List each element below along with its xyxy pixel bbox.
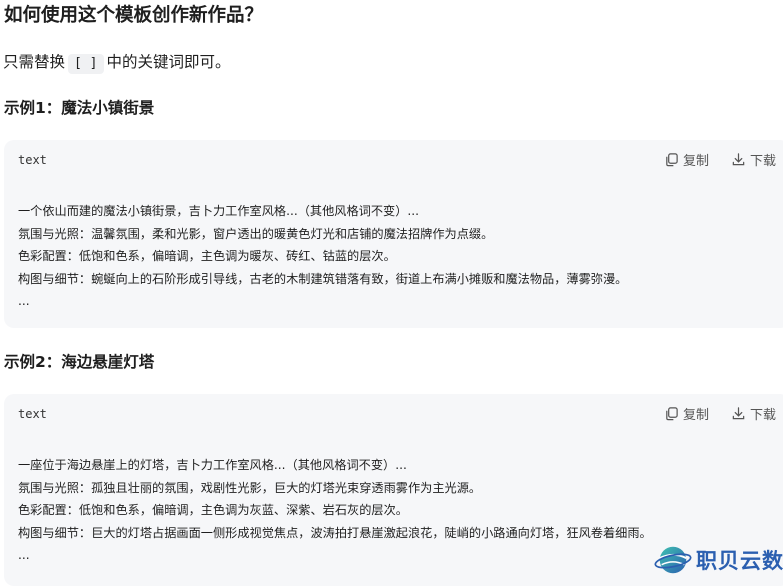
copy-button[interactable]: 复制 bbox=[664, 150, 709, 169]
placeholder-code: [ ] bbox=[68, 54, 104, 74]
code-language-label: text bbox=[18, 153, 47, 167]
intro-after: 中的关键词即可。 bbox=[106, 53, 231, 71]
watermark: 职贝云数 bbox=[654, 542, 783, 578]
intro-text: 只需替换[ ] 中的关键词即可。 bbox=[3, 50, 231, 74]
code-content: 一个依山而建的魔法小镇街景，吉卜力工作室风格...（其他风格词不变）... 氛围… bbox=[18, 200, 776, 313]
page: 如何使用这个模板创作新作品？ 只需替换[ ] 中的关键词即可。 示例1：魔法小镇街… bbox=[0, 0, 783, 586]
code-actions: 复制 下载 bbox=[664, 404, 776, 423]
code-line: 氛围与光照：孤独且壮丽的氛围，戏剧性光影，巨大的灯塔光束穿透雨雾作为主光源。 bbox=[18, 480, 482, 495]
example-2-title: 示例2：海边悬崖灯塔 bbox=[4, 353, 155, 371]
example-1-title: 示例1：魔法小镇街景 bbox=[4, 99, 155, 117]
download-label: 下载 bbox=[749, 154, 776, 169]
copy-label: 复制 bbox=[682, 154, 709, 169]
download-icon bbox=[732, 153, 745, 166]
code-line: 构图与细节：蜿蜒向上的石阶形成引导线，古老的木制建筑错落有致，街道上布满小摊贩和… bbox=[18, 271, 628, 286]
code-line: 一座位于海边悬崖上的灯塔，吉卜力工作室风格...（其他风格词不变）... bbox=[18, 458, 407, 472]
globe-logo-icon bbox=[654, 546, 692, 574]
code-line: 构图与细节：巨大的灯塔占据画面一侧形成视觉焦点，波涛拍打悬崖激起浪花，陡峭的小路… bbox=[18, 525, 652, 540]
code-line: ... bbox=[18, 294, 30, 308]
download-label: 下载 bbox=[749, 408, 776, 423]
copy-icon bbox=[666, 407, 678, 421]
watermark-text: 职贝云数 bbox=[696, 549, 783, 573]
download-button[interactable]: 下载 bbox=[731, 150, 776, 169]
download-icon bbox=[732, 407, 745, 420]
copy-label: 复制 bbox=[682, 408, 709, 423]
code-language-label: text bbox=[18, 407, 47, 421]
download-button[interactable]: 下载 bbox=[731, 404, 776, 423]
code-block-example-1: text 复制 下载 一个依山而建的魔法小镇街景，吉卜力工作室风格...（其他风… bbox=[4, 140, 783, 328]
code-line: 色彩配置：低饱和色系，偏暗调，主色调为灰蓝、深紫、岩石灰的层次。 bbox=[18, 503, 408, 517]
code-actions: 复制 下载 bbox=[664, 150, 776, 169]
code-line: 一个依山而建的魔法小镇街景，吉卜力工作室风格...（其他风格词不变）... bbox=[18, 204, 420, 218]
intro-before: 只需替换 bbox=[3, 53, 66, 71]
copy-button[interactable]: 复制 bbox=[664, 404, 709, 423]
code-line: 氛围与光照：温馨氛围，柔和光影，窗户透出的暖黄色灯光和店铺的魔法招牌作为点缀。 bbox=[18, 226, 494, 241]
code-line: 色彩配置：低饱和色系，偏暗调，主色调为暖灰、砖红、钴蓝的层次。 bbox=[18, 249, 396, 263]
copy-icon bbox=[666, 153, 678, 167]
page-title: 如何使用这个模板创作新作品？ bbox=[4, 5, 264, 26]
